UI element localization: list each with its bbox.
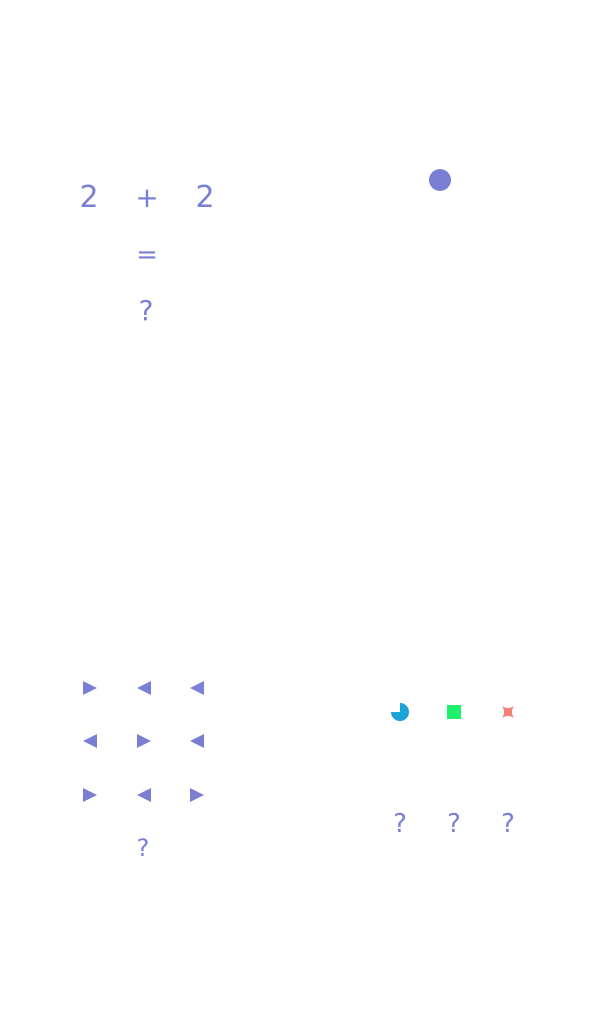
equation-left-operand: 2 xyxy=(79,180,99,215)
answer-slot-1[interactable]: ? xyxy=(393,811,407,837)
answer-slot-3[interactable]: ? xyxy=(501,811,515,837)
arrow-right-icon[interactable] xyxy=(137,734,151,748)
equation-result-unknown[interactable]: ? xyxy=(139,297,154,325)
three-quarter-pie-icon[interactable] xyxy=(390,702,410,722)
arrow-left-icon[interactable] xyxy=(83,734,97,748)
circle-dot-icon xyxy=(429,169,451,191)
arrow-left-icon[interactable] xyxy=(137,788,151,802)
arrow-right-icon[interactable] xyxy=(83,681,97,695)
arrow-left-icon[interactable] xyxy=(137,681,151,695)
arrow-left-icon[interactable] xyxy=(190,681,204,695)
concave-star-icon[interactable] xyxy=(500,704,516,720)
square-icon[interactable] xyxy=(446,704,462,720)
equation-right-operand: 2 xyxy=(195,180,215,215)
equation-equals-sign: = xyxy=(136,240,158,270)
arrow-left-icon[interactable] xyxy=(190,734,204,748)
equation-operator: + xyxy=(135,181,159,214)
arrow-right-icon[interactable] xyxy=(83,788,97,802)
answer-slot-2[interactable]: ? xyxy=(447,811,461,837)
arrow-right-icon[interactable] xyxy=(190,788,204,802)
pattern-missing-unknown[interactable]: ? xyxy=(137,836,150,860)
